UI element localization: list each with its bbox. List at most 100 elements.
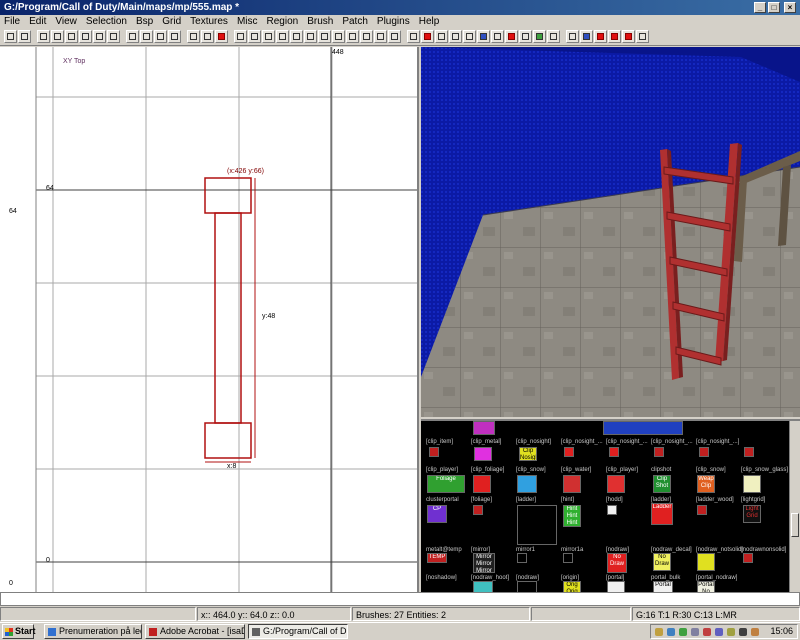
tray-icon-3[interactable] <box>679 628 687 636</box>
menu-textures[interactable]: Textures <box>190 15 228 29</box>
texture-swatch[interactable] <box>697 553 715 571</box>
save-file-icon[interactable] <box>18 30 31 43</box>
texture-swatch[interactable] <box>607 505 617 515</box>
csg-subtract-icon[interactable] <box>187 30 200 43</box>
texture-swatch[interactable] <box>699 447 709 457</box>
title-bar[interactable]: G:/Program/Call of Duty/Main/maps/mp/555… <box>0 0 800 15</box>
texture-swatch[interactable]: No Draw <box>653 553 671 571</box>
patch-drill-icon[interactable] <box>491 30 504 43</box>
texture-swatch[interactable] <box>517 475 537 493</box>
menu-edit[interactable]: Edit <box>29 15 46 29</box>
task-prenumeration[interactable]: Prenumeration på lediga ... <box>44 624 142 639</box>
texture-swatch[interactable]: Portal <box>653 581 673 592</box>
rotate-z-icon[interactable] <box>107 30 120 43</box>
cap-icon[interactable] <box>533 30 546 43</box>
free-rotate-icon[interactable] <box>318 30 331 43</box>
scale-x-icon[interactable] <box>346 30 359 43</box>
texture-swatch[interactable]: Portal No Draw <box>697 581 715 592</box>
texture-swatch[interactable] <box>563 553 573 563</box>
texture-swatch[interactable] <box>517 581 537 592</box>
filter-icon[interactable] <box>594 30 607 43</box>
texture-lock-icon[interactable] <box>519 30 532 43</box>
arrow-down-icon[interactable] <box>636 30 649 43</box>
csg-merge-icon[interactable] <box>201 30 214 43</box>
texture-swatch[interactable]: TEMP <box>427 553 447 563</box>
patch-delete-icon[interactable] <box>463 30 476 43</box>
tray-icon-6[interactable] <box>715 628 723 636</box>
texture-swatch[interactable]: Clip Nosight Clip <box>519 447 537 461</box>
task-acrobat[interactable]: Adobe Acrobat - [isaDor... <box>145 624 245 639</box>
clipper-icon[interactable] <box>234 30 247 43</box>
select-touching-icon[interactable] <box>140 30 153 43</box>
camera-icon[interactable] <box>276 30 289 43</box>
texture-swatch[interactable] <box>473 421 495 435</box>
texture-swatch[interactable]: Mirror Mirror Mirror <box>473 553 495 573</box>
tray-icon-5[interactable] <box>703 628 711 636</box>
patch-weld-icon[interactable] <box>477 30 490 43</box>
texture-swatch[interactable]: Light Grid <box>743 505 761 523</box>
tray-icon-7[interactable] <box>727 628 735 636</box>
menu-file[interactable]: File <box>4 15 20 29</box>
texture-swatch[interactable] <box>473 505 483 515</box>
menu-selection[interactable]: Selection <box>86 15 127 29</box>
flip-z-icon[interactable] <box>65 30 78 43</box>
weapon-clip-icon[interactable] <box>622 30 635 43</box>
texture-scrollbar[interactable] <box>789 421 800 592</box>
texture-swatch[interactable] <box>607 581 625 592</box>
menu-brush[interactable]: Brush <box>307 15 333 29</box>
entity-list-icon[interactable] <box>290 30 303 43</box>
camera-3d-view[interactable] <box>421 47 800 417</box>
rotate-y-icon[interactable] <box>93 30 106 43</box>
close-button[interactable]: × <box>784 2 796 13</box>
texture-view-icon[interactable] <box>262 30 275 43</box>
menu-region[interactable]: Region <box>267 15 299 29</box>
red-tool-icon[interactable] <box>421 30 434 43</box>
scroll-thumb[interactable] <box>791 513 799 537</box>
texture-swatch[interactable] <box>744 447 754 457</box>
entity-icon[interactable] <box>566 30 579 43</box>
texture-swatch[interactable]: No Draw <box>607 553 627 573</box>
tray-icon-8[interactable] <box>739 628 747 636</box>
texture-swatch[interactable] <box>743 475 761 493</box>
texture-swatch[interactable] <box>473 581 493 592</box>
texture-swatch[interactable]: Foliage <box>427 475 465 493</box>
texture-swatch[interactable]: CP <box>427 505 447 523</box>
cycle-cap-icon[interactable] <box>547 30 560 43</box>
select-partial-tall-icon[interactable] <box>154 30 167 43</box>
texture-swatch[interactable] <box>563 475 581 493</box>
change-views-icon[interactable] <box>248 30 261 43</box>
texture-swatch[interactable]: Weap Clip <box>697 475 715 493</box>
csg-hollow-icon[interactable] <box>215 30 228 43</box>
menu-plugins[interactable]: Plugins <box>377 15 410 29</box>
rotate-x-icon[interactable] <box>79 30 92 43</box>
menu-misc[interactable]: Misc <box>237 15 258 29</box>
patch-insert-icon[interactable] <box>449 30 462 43</box>
globe-icon[interactable] <box>580 30 593 43</box>
texture-browser[interactable]: [clip_item] [clip_metal] [clip_nosight] [cl… <box>421 419 800 592</box>
menu-view[interactable]: View <box>55 15 77 29</box>
menu-bsp[interactable]: Bsp <box>136 15 153 29</box>
tray-icon-9[interactable] <box>751 628 759 636</box>
texture-swatch[interactable] <box>743 553 753 563</box>
texture-swatch[interactable]: Clip Shot <box>653 475 671 493</box>
free-scale-icon[interactable] <box>332 30 345 43</box>
show-bounds-icon[interactable] <box>505 30 518 43</box>
console-line[interactable] <box>0 592 800 606</box>
menu-help[interactable]: Help <box>419 15 440 29</box>
texture-swatch[interactable] <box>517 505 557 545</box>
patch-icon[interactable] <box>407 30 420 43</box>
select-complete-tall-icon[interactable] <box>126 30 139 43</box>
texture-swatch[interactable] <box>607 475 625 493</box>
drag-edges-icon[interactable] <box>388 30 401 43</box>
task-radiant[interactable]: G:/Program/Call of D... <box>248 624 348 639</box>
xy-top-view[interactable]: XY Top 448 64 0 64 0 (x:426 y:66) y:48 x… <box>0 47 419 592</box>
texture-swatch[interactable] <box>654 447 664 457</box>
menu-patch[interactable]: Patch <box>342 15 368 29</box>
flip-x-icon[interactable] <box>37 30 50 43</box>
start-button[interactable]: Start <box>2 624 36 639</box>
texture-swatch[interactable]: Orig Orig <box>563 581 581 592</box>
texture-swatch[interactable] <box>603 421 683 435</box>
select-inside-icon[interactable] <box>168 30 181 43</box>
minimize-button[interactable]: _ <box>754 2 766 13</box>
flip-y-icon[interactable] <box>51 30 64 43</box>
